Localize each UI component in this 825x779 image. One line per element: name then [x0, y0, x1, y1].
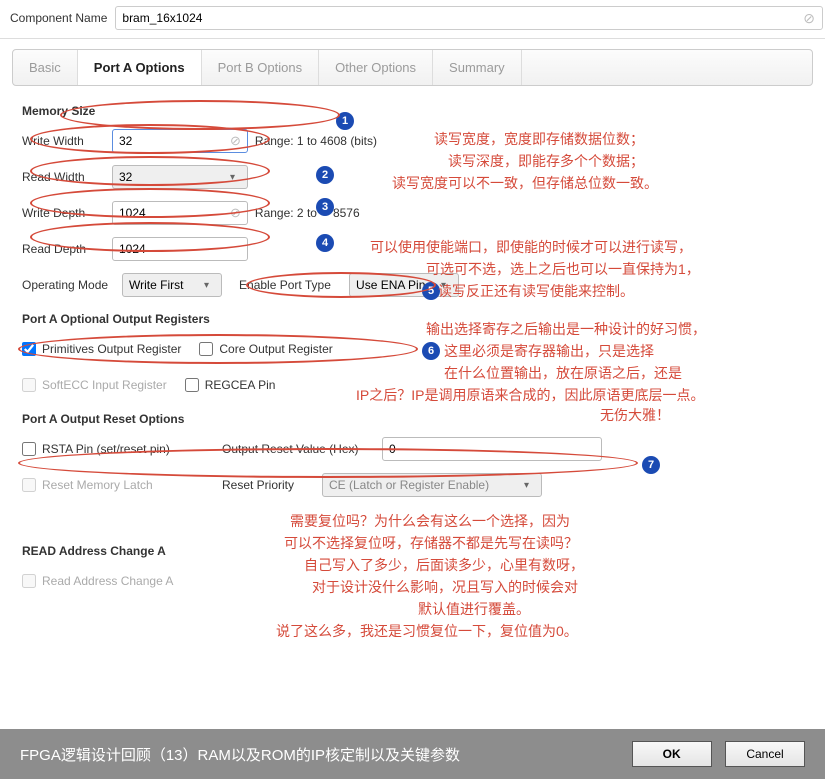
reset-priority-select[interactable]: CE (Latch or Register Enable) — [322, 473, 542, 497]
write-depth-range-prefix: Range: 2 to — [255, 206, 317, 220]
read-address-change-checkbox: Read Address Change A — [22, 574, 173, 588]
enable-port-type-label: Enable Port Type — [239, 278, 349, 292]
reset-memory-latch-checkbox: Reset Memory Latch — [22, 478, 222, 492]
annotation-text: 可以使用使能端口，即使能的时候才可以进行读写， — [370, 238, 692, 258]
tab-summary[interactable]: Summary — [433, 50, 522, 85]
footer-bar: FPGA逻辑设计回顾（13）RAM以及ROM的IP核定制以及关键参数 OK Ca… — [0, 729, 825, 779]
component-name-input[interactable] — [115, 6, 823, 30]
annotation-text: 需要复位吗？为什么会有这么一个选择，因为 — [290, 512, 570, 532]
write-width-range: Range: 1 to 4608 (bits) — [255, 134, 377, 148]
annotation-text: 默认值进行覆盖。 — [418, 600, 530, 620]
cancel-button[interactable]: Cancel — [725, 741, 805, 767]
badge-4: 4 — [316, 234, 334, 252]
annotation-text: 读写反正还有读写使能来控制。 — [438, 282, 634, 302]
annotation-text: 读写宽度，宽度即存储数据位数； — [434, 130, 644, 150]
softecc-input-register-checkbox: SoftECC Input Register — [22, 378, 167, 392]
panel: Memory Size Write Width ⊘ Range: 1 to 46… — [0, 86, 825, 614]
annotation-text: 可选可不选，选上之后也可以一直保持为1， — [426, 260, 700, 280]
output-reset-value-input[interactable] — [382, 437, 602, 461]
read-width-label: Read Width — [22, 170, 112, 184]
tab-port-a-options[interactable]: Port A Options — [78, 50, 202, 85]
primitives-output-register-checkbox[interactable]: Primitives Output Register — [22, 342, 181, 356]
reset-options-heading: Port A Output Reset Options — [22, 412, 803, 426]
tab-port-b-options[interactable]: Port B Options — [202, 50, 320, 85]
badge-7: 7 — [642, 456, 660, 474]
annotation-text: 读写深度，即能存多个个数据； — [448, 152, 644, 172]
output-reset-value-label: Output Reset Value (Hex) — [222, 442, 382, 456]
annotation-text: 这里必须是寄存器输出，只是选择 — [444, 342, 654, 362]
annotation-text: 读写宽度可以不一致，但存储总位数一致。 — [392, 174, 658, 194]
write-width-label: Write Width — [22, 134, 112, 148]
badge-2: 2 — [316, 166, 334, 184]
tab-other-options[interactable]: Other Options — [319, 50, 433, 85]
operating-mode-select[interactable]: Write First — [122, 273, 222, 297]
write-depth-input[interactable] — [112, 201, 248, 225]
operating-mode-label: Operating Mode — [22, 278, 122, 292]
tabstrip: Basic Port A Options Port B Options Othe… — [12, 49, 813, 86]
footer-caption: FPGA逻辑设计回顾（13）RAM以及ROM的IP核定制以及关键参数 — [20, 744, 460, 765]
write-width-input[interactable] — [112, 129, 248, 153]
annotation-text: 自己写入了多少，后面读多少，心里有数呀， — [304, 556, 584, 576]
read-width-select[interactable]: 32 — [112, 165, 248, 189]
ok-button[interactable]: OK — [632, 741, 712, 767]
annotation-text: 说了这么多，我还是习惯复位一下，复位值为0。 — [276, 622, 578, 642]
badge-6: 6 — [422, 342, 440, 360]
write-depth-range-suffix: 8576 — [333, 206, 360, 220]
annotation-text: 输出选择寄存之后输出是一种设计的好习惯， — [426, 320, 706, 340]
annotation-text: 对于设计没什么影响，况且写入的时候会对 — [312, 578, 578, 598]
clear-icon[interactable]: ⊘ — [803, 10, 815, 27]
component-name-label: Component Name — [10, 11, 107, 25]
component-name-row: Component Name ⊘ — [0, 0, 825, 39]
write-depth-label: Write Depth — [22, 206, 112, 220]
badge-3: 3 — [316, 198, 334, 216]
annotation-text: 在什么位置输出，放在原语之后，还是 — [444, 364, 682, 384]
annotation-text: IP之后？IP是调用原语来合成的，因此原语更底层一点。 — [356, 386, 704, 406]
memory-size-heading: Memory Size — [22, 104, 803, 118]
regcea-pin-checkbox[interactable]: REGCEA Pin — [185, 378, 276, 392]
tab-basic[interactable]: Basic — [13, 50, 78, 85]
rsta-pin-checkbox[interactable]: RSTA Pin (set/reset pin) — [22, 442, 222, 456]
core-output-register-checkbox[interactable]: Core Output Register — [199, 342, 332, 356]
annotation-text: 无伤大雅！ — [600, 406, 670, 426]
reset-priority-label: Reset Priority — [222, 478, 322, 492]
read-depth-input[interactable] — [112, 237, 248, 261]
read-depth-label: Read Depth — [22, 242, 112, 256]
badge-1: 1 — [336, 112, 354, 130]
annotation-text: 可以不选择复位呀，存储器不都是先写在读吗？ — [284, 534, 578, 554]
